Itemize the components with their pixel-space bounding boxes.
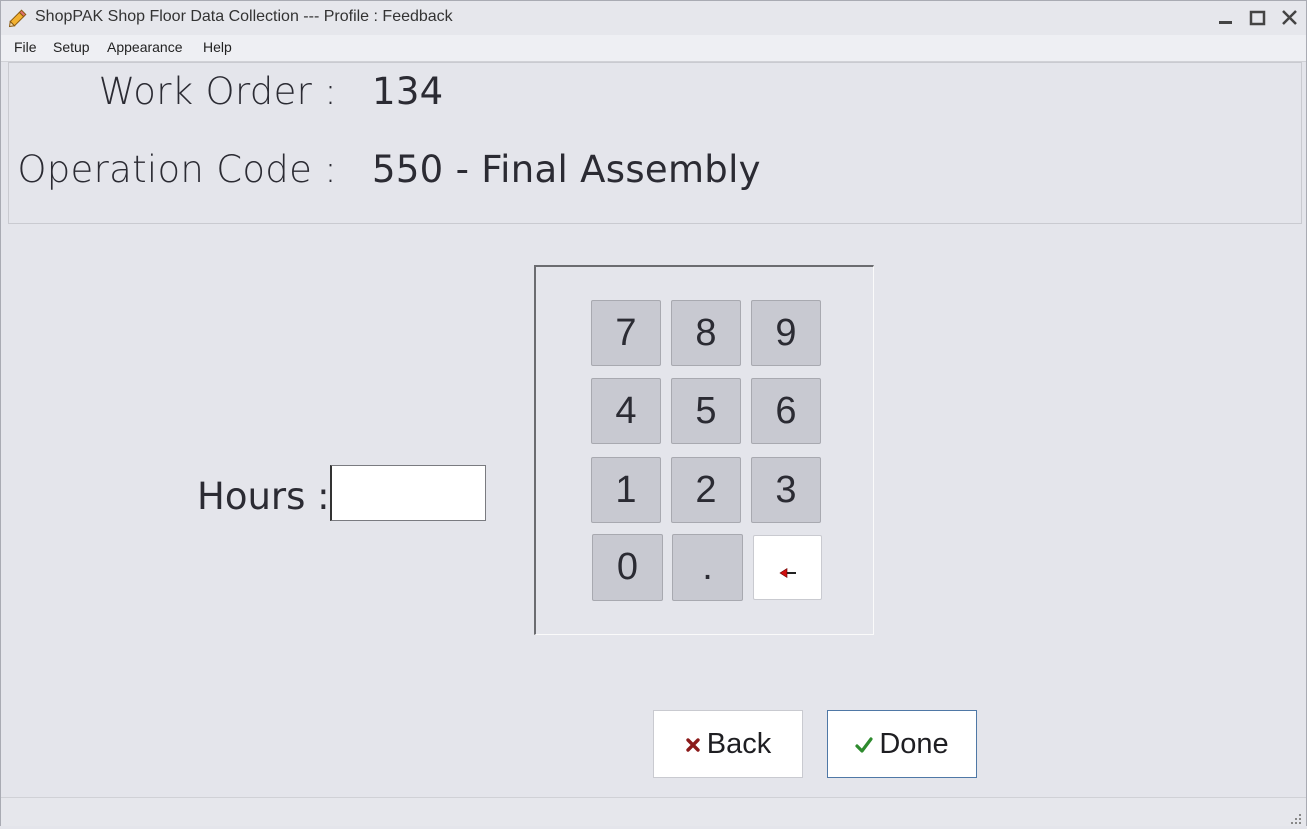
key-2[interactable]: 2 <box>671 457 741 523</box>
work-order-label: Work Order : <box>98 70 337 113</box>
key-1[interactable]: 1 <box>591 457 661 523</box>
menu-help[interactable]: Help <box>203 39 232 55</box>
done-label: Done <box>879 727 949 760</box>
work-order-value: 134 <box>372 70 444 113</box>
minimize-icon[interactable] <box>1214 7 1238 29</box>
pencil-icon <box>7 7 29 29</box>
key-9[interactable]: 9 <box>751 300 821 366</box>
title-bar: ShopPAK Shop Floor Data Collection --- P… <box>1 1 1306 35</box>
hours-input[interactable] <box>330 465 486 521</box>
x-mark-icon <box>685 728 701 761</box>
menu-bar: File Setup Appearance Help <box>1 35 1306 62</box>
hours-label: Hours : <box>197 475 330 518</box>
backspace-arrow-icon <box>778 546 798 589</box>
key-0[interactable]: 0 <box>592 534 663 601</box>
key-3[interactable]: 3 <box>751 457 821 523</box>
operation-code-label: Operation Code : <box>17 148 337 191</box>
window-title: ShopPAK Shop Floor Data Collection --- P… <box>35 8 453 25</box>
menu-file[interactable]: File <box>14 39 37 55</box>
checkmark-icon <box>855 728 873 761</box>
key-8[interactable]: 8 <box>671 300 741 366</box>
operation-code-value: 550 - Final Assembly <box>372 148 761 191</box>
resize-grip-icon[interactable] <box>1290 810 1302 824</box>
key-6[interactable]: 6 <box>751 378 821 444</box>
back-label: Back <box>706 727 772 760</box>
key-4[interactable]: 4 <box>591 378 661 444</box>
back-button[interactable]: Back <box>653 710 803 778</box>
key-5[interactable]: 5 <box>671 378 741 444</box>
job-info-panel: Work Order : 134 Operation Code : 550 - … <box>8 62 1302 224</box>
backspace-key[interactable] <box>753 535 822 600</box>
maximize-icon[interactable] <box>1246 7 1270 29</box>
done-button[interactable]: Done <box>827 710 977 778</box>
close-icon[interactable] <box>1278 7 1302 29</box>
status-bar <box>1 797 1306 826</box>
key-7[interactable]: 7 <box>591 300 661 366</box>
menu-appearance[interactable]: Appearance <box>107 39 183 55</box>
menu-setup[interactable]: Setup <box>53 39 90 55</box>
key-decimal[interactable]: . <box>672 534 743 601</box>
app-window: ShopPAK Shop Floor Data Collection --- P… <box>0 0 1307 826</box>
numeric-keypad: 7 8 9 4 5 6 1 2 3 0 . <box>534 265 874 635</box>
